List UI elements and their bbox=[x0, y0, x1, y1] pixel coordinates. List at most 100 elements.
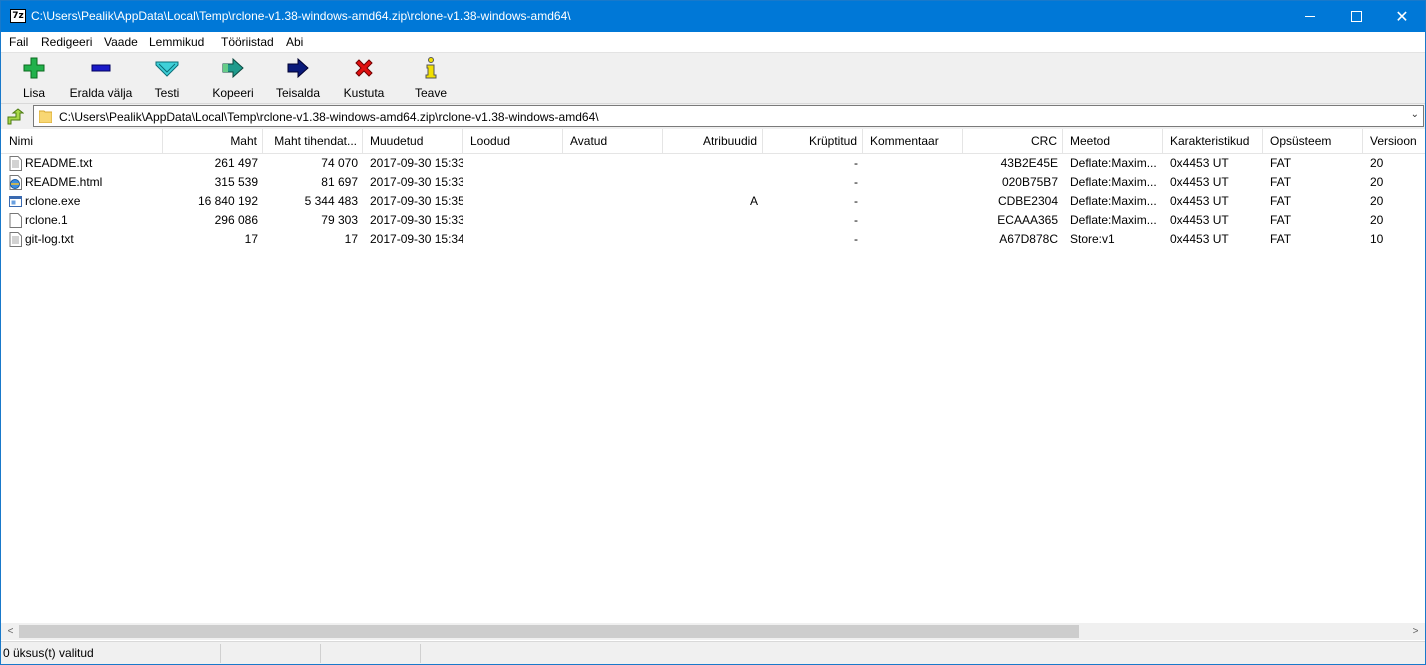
cell-attributes bbox=[663, 230, 763, 249]
cell-host-os: FAT bbox=[1270, 156, 1292, 170]
col-method[interactable]: Meetod bbox=[1063, 129, 1163, 153]
delete-button[interactable]: Kustuta bbox=[341, 57, 387, 100]
extract-label: Eralda välja bbox=[69, 86, 133, 100]
table-row[interactable]: rclone.exe 16 840 192 5 344 483 2017-09-30 … bbox=[1, 192, 1425, 211]
cell-size: 17 bbox=[244, 232, 258, 246]
col-encrypted[interactable]: Krüptitud bbox=[763, 129, 863, 153]
menu-file[interactable]: Fail bbox=[9, 35, 28, 49]
cell-created bbox=[463, 230, 563, 249]
extract-icon bbox=[65, 57, 137, 79]
menu-edit[interactable]: Redigeeri bbox=[41, 35, 92, 49]
title-bar[interactable]: 7z C:\Users\Pealik\AppData\Local\Temp\rc… bbox=[1, 1, 1425, 32]
add-label: Lisa bbox=[22, 86, 45, 100]
status-bar: 0 üksus(t) valitud bbox=[1, 641, 1425, 664]
move-icon bbox=[273, 57, 323, 79]
test-button[interactable]: Testi bbox=[147, 57, 187, 100]
col-crc[interactable]: CRC bbox=[963, 129, 1063, 153]
cell-method: Deflate:Maxim... bbox=[1070, 213, 1157, 227]
status-part-4 bbox=[421, 644, 1425, 663]
cell-comment bbox=[863, 230, 963, 249]
cell-created bbox=[463, 154, 563, 173]
scroll-left-arrow[interactable]: < bbox=[2, 625, 19, 638]
cell-characteristics: 0x4453 UT bbox=[1170, 175, 1229, 189]
col-version[interactable]: Versioon bbox=[1363, 129, 1425, 153]
maximize-button[interactable] bbox=[1333, 1, 1379, 32]
col-created[interactable]: Loodud bbox=[463, 129, 563, 153]
cell-modified: 2017-09-30 15:33 bbox=[370, 213, 463, 227]
cell-modified: 2017-09-30 15:34 bbox=[370, 232, 463, 246]
minimize-button[interactable] bbox=[1287, 1, 1333, 32]
menu-bar: Fail Redigeeri Vaade Lemmikud Tööriistad… bbox=[1, 32, 1425, 52]
copy-button[interactable]: Kopeeri bbox=[208, 57, 258, 100]
cell-method: Deflate:Maxim... bbox=[1070, 156, 1157, 170]
cell-accessed bbox=[563, 211, 663, 230]
test-label: Testi bbox=[154, 86, 180, 100]
cell-size: 296 086 bbox=[214, 213, 258, 227]
cell-host-os: FAT bbox=[1270, 175, 1292, 189]
cell-crc: 43B2E45E bbox=[1000, 156, 1058, 170]
delete-icon bbox=[341, 57, 387, 79]
cell-comment bbox=[863, 154, 963, 173]
info-button[interactable]: Teave bbox=[411, 57, 451, 100]
horizontal-scrollbar[interactable]: < > bbox=[1, 623, 1425, 640]
cell-attributes bbox=[663, 154, 763, 173]
cell-version: 20 bbox=[1370, 194, 1384, 208]
table-row[interactable]: git-log.txt 17 17 2017-09-30 15:34 - A67D878C… bbox=[1, 230, 1425, 249]
scroll-right-arrow[interactable]: > bbox=[1407, 625, 1424, 638]
7zip-app-icon[interactable]: 7z bbox=[10, 9, 26, 23]
cell-accessed bbox=[563, 192, 663, 211]
col-name[interactable]: Nimi bbox=[1, 129, 163, 153]
table-row[interactable]: README.html 315 539 81 697 2017-09-30 15:33… bbox=[1, 173, 1425, 192]
file-list[interactable]: Nimi Maht Maht tihendat... Muudetud Lood… bbox=[1, 129, 1425, 623]
close-button[interactable]: ✕ bbox=[1379, 1, 1425, 32]
cell-size: 16 840 192 bbox=[197, 194, 258, 208]
col-host-os[interactable]: Opsüsteem bbox=[1263, 129, 1363, 153]
col-modified[interactable]: Muudetud bbox=[363, 129, 463, 153]
move-button[interactable]: Teisalda bbox=[273, 57, 323, 100]
col-comment[interactable]: Kommentaar bbox=[863, 129, 963, 153]
cell-size: 315 539 bbox=[214, 175, 258, 189]
col-characteristics[interactable]: Karakteristikud bbox=[1163, 129, 1263, 153]
cell-method: Deflate:Maxim... bbox=[1070, 194, 1157, 208]
cell-name: rclone.1 bbox=[25, 213, 68, 227]
cell-characteristics: 0x4453 UT bbox=[1170, 194, 1229, 208]
menu-tools[interactable]: Tööriistad bbox=[221, 35, 274, 49]
add-button[interactable]: Lisa bbox=[14, 57, 54, 100]
status-part-3 bbox=[321, 644, 421, 663]
cell-host-os: FAT bbox=[1270, 232, 1292, 246]
menu-favorites[interactable]: Lemmikud bbox=[149, 35, 204, 49]
col-packed-size[interactable]: Maht tihendat... bbox=[263, 129, 363, 153]
extract-button[interactable]: Eralda välja bbox=[65, 57, 137, 100]
up-folder-button[interactable] bbox=[5, 107, 25, 127]
col-size[interactable]: Maht bbox=[163, 129, 263, 153]
cell-host-os: FAT bbox=[1270, 213, 1292, 227]
cell-version: 20 bbox=[1370, 156, 1384, 170]
cell-name: README.html bbox=[25, 175, 103, 189]
toolbar: Lisa Eralda välja Testi Kopeeri Teisalda bbox=[1, 52, 1425, 103]
menu-view[interactable]: Vaade bbox=[104, 35, 138, 49]
scroll-thumb[interactable] bbox=[19, 625, 1079, 638]
cell-modified: 2017-09-30 15:33 bbox=[370, 156, 463, 170]
address-dropdown-icon[interactable]: ⌄ bbox=[1411, 109, 1419, 120]
copy-icon bbox=[208, 57, 258, 79]
cell-packed-size: 79 303 bbox=[321, 213, 358, 227]
cell-modified: 2017-09-30 15:33 bbox=[370, 175, 463, 189]
cell-host-os: FAT bbox=[1270, 194, 1292, 208]
cell-attributes bbox=[663, 173, 763, 192]
address-field[interactable]: C:\Users\Pealik\AppData\Local\Temp\rclon… bbox=[33, 105, 1424, 127]
col-accessed[interactable]: Avatud bbox=[563, 129, 663, 153]
col-attributes[interactable]: Atribuudid bbox=[663, 129, 763, 153]
cell-crc: ECAAA365 bbox=[997, 213, 1058, 227]
folder-icon bbox=[39, 110, 52, 123]
menu-help[interactable]: Abi bbox=[286, 35, 303, 49]
up-folder-icon bbox=[7, 108, 24, 125]
cell-packed-size: 17 bbox=[344, 232, 358, 246]
cell-accessed bbox=[563, 230, 663, 249]
cell-encrypted: - bbox=[854, 156, 858, 170]
test-icon bbox=[147, 57, 187, 79]
cell-encrypted: - bbox=[854, 175, 858, 189]
table-row[interactable]: README.txt 261 497 74 070 2017-09-30 15:33 -… bbox=[1, 154, 1425, 173]
table-row[interactable]: rclone.1 296 086 79 303 2017-09-30 15:33 - EC… bbox=[1, 211, 1425, 230]
cell-crc: CDBE2304 bbox=[997, 194, 1058, 208]
add-icon bbox=[14, 57, 54, 79]
